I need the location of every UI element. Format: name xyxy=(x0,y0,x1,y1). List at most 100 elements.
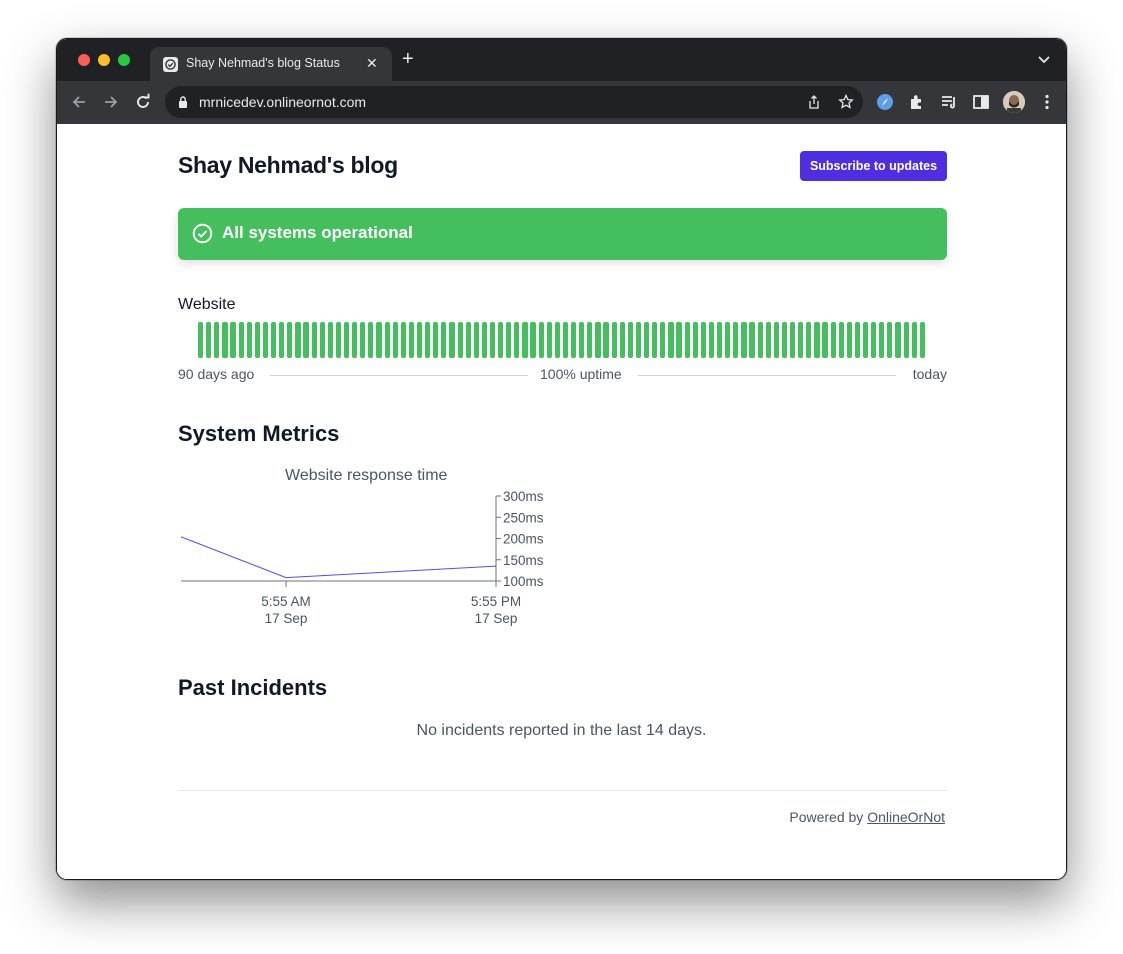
uptime-day-bar[interactable] xyxy=(465,322,471,358)
uptime-day-bar[interactable] xyxy=(627,322,633,358)
uptime-day-bar[interactable] xyxy=(254,322,260,358)
new-tab-icon[interactable]: + xyxy=(402,49,414,69)
uptime-day-bar[interactable] xyxy=(773,322,779,358)
uptime-day-bar[interactable] xyxy=(854,322,861,358)
uptime-day-bar[interactable] xyxy=(489,322,496,358)
uptime-day-bar[interactable] xyxy=(692,322,698,358)
uptime-day-bar[interactable] xyxy=(765,322,771,358)
uptime-day-bar[interactable] xyxy=(449,322,455,358)
uptime-day-bar[interactable] xyxy=(376,322,382,358)
uptime-day-bar[interactable] xyxy=(368,322,374,358)
uptime-day-bar[interactable] xyxy=(814,322,820,358)
bookmark-star-icon[interactable] xyxy=(838,93,854,110)
uptime-day-bar[interactable] xyxy=(335,322,342,358)
uptime-day-bar[interactable] xyxy=(538,322,544,358)
uptime-day-bar[interactable] xyxy=(903,322,909,358)
extension-compass-icon[interactable] xyxy=(875,92,895,112)
more-menu-icon[interactable] xyxy=(1037,92,1057,112)
uptime-day-bar[interactable] xyxy=(830,322,836,358)
back-arrow-icon[interactable] xyxy=(69,92,89,112)
uptime-day-bar[interactable] xyxy=(757,322,763,358)
chevron-down-icon[interactable] xyxy=(1036,51,1052,67)
uptime-day-bar[interactable] xyxy=(206,322,212,358)
uptime-day-bar[interactable] xyxy=(595,322,601,358)
maximize-window-button[interactable] xyxy=(118,54,130,66)
uptime-day-bar[interactable] xyxy=(603,322,609,358)
uptime-day-bar[interactable] xyxy=(846,322,852,358)
uptime-day-bar[interactable] xyxy=(725,322,731,358)
uptime-day-bar[interactable] xyxy=(749,322,755,358)
uptime-day-bar[interactable] xyxy=(733,322,739,358)
uptime-day-bar[interactable] xyxy=(862,322,869,358)
uptime-day-bar[interactable] xyxy=(571,322,577,358)
uptime-day-bar[interactable] xyxy=(530,322,536,358)
uptime-day-bar[interactable] xyxy=(717,322,723,358)
uptime-day-bar[interactable] xyxy=(579,322,585,358)
uptime-day-bar[interactable] xyxy=(319,322,325,358)
uptime-day-bar[interactable] xyxy=(408,322,415,358)
uptime-day-bar[interactable] xyxy=(222,322,228,358)
uptime-day-bar[interactable] xyxy=(806,322,812,358)
uptime-day-bar[interactable] xyxy=(238,322,244,358)
uptime-day-bar[interactable] xyxy=(554,322,560,358)
forward-arrow-icon[interactable] xyxy=(101,92,121,112)
uptime-day-bar[interactable] xyxy=(400,322,406,358)
uptime-day-bar[interactable] xyxy=(279,322,285,358)
uptime-day-bar[interactable] xyxy=(635,322,642,358)
browser-tab[interactable]: Shay Nehmad's blog Status ✕ xyxy=(150,47,392,81)
uptime-day-bar[interactable] xyxy=(611,322,617,358)
uptime-day-bar[interactable] xyxy=(270,322,277,358)
uptime-day-bar[interactable] xyxy=(668,322,674,358)
uptime-day-bar[interactable] xyxy=(911,322,917,358)
uptime-day-bar[interactable] xyxy=(311,322,317,358)
uptime-day-bar[interactable] xyxy=(327,322,333,358)
uptime-day-bar[interactable] xyxy=(481,322,488,358)
uptime-day-bar[interactable] xyxy=(433,322,439,358)
address-bar[interactable]: mrnicedev.onlineornot.com xyxy=(165,86,863,118)
uptime-day-bar[interactable] xyxy=(708,322,715,358)
uptime-day-bar[interactable] xyxy=(781,322,788,358)
uptime-day-bar[interactable] xyxy=(425,322,431,358)
side-panel-icon[interactable] xyxy=(971,92,991,112)
uptime-day-bar[interactable] xyxy=(822,322,828,358)
uptime-day-bar[interactable] xyxy=(919,322,925,358)
uptime-day-bar[interactable] xyxy=(246,322,252,358)
uptime-day-bar[interactable] xyxy=(352,322,358,358)
uptime-day-bar[interactable] xyxy=(295,322,301,358)
uptime-day-bar[interactable] xyxy=(198,322,204,358)
uptime-day-bar[interactable] xyxy=(644,322,650,358)
share-icon[interactable] xyxy=(806,94,822,110)
uptime-day-bar[interactable] xyxy=(343,322,350,358)
uptime-day-bar[interactable] xyxy=(457,322,463,358)
uptime-day-bar[interactable] xyxy=(416,322,423,358)
uptime-day-bar[interactable] xyxy=(652,322,658,358)
uptime-day-bar[interactable] xyxy=(676,322,682,358)
uptime-day-bar[interactable] xyxy=(562,322,569,358)
uptime-day-bar[interactable] xyxy=(798,322,804,358)
uptime-day-bar[interactable] xyxy=(303,322,309,358)
uptime-day-bar[interactable] xyxy=(473,322,479,358)
uptime-day-bar[interactable] xyxy=(660,322,666,358)
uptime-day-bar[interactable] xyxy=(384,322,390,358)
uptime-day-bar[interactable] xyxy=(619,322,625,358)
extensions-puzzle-icon[interactable] xyxy=(907,92,927,112)
uptime-day-bar[interactable] xyxy=(546,322,552,358)
tab-close-icon[interactable]: ✕ xyxy=(366,55,378,71)
uptime-day-bar[interactable] xyxy=(506,322,512,358)
uptime-day-bar[interactable] xyxy=(789,322,796,358)
reading-list-icon[interactable] xyxy=(939,92,959,112)
uptime-day-bar[interactable] xyxy=(587,322,593,358)
uptime-day-bar[interactable] xyxy=(522,322,528,358)
uptime-day-bar[interactable] xyxy=(214,322,220,358)
uptime-day-bar[interactable] xyxy=(887,322,893,358)
uptime-day-bar[interactable] xyxy=(262,322,269,358)
uptime-day-bar[interactable] xyxy=(879,322,885,358)
reload-icon[interactable] xyxy=(133,92,153,112)
onlineornot-link[interactable]: OnlineOrNot xyxy=(867,809,945,825)
subscribe-button[interactable]: Subscribe to updates xyxy=(800,151,947,181)
uptime-day-bar[interactable] xyxy=(498,322,504,358)
uptime-day-bar[interactable] xyxy=(360,322,366,358)
minimize-window-button[interactable] xyxy=(98,54,110,66)
profile-avatar[interactable] xyxy=(1003,91,1025,113)
uptime-day-bar[interactable] xyxy=(684,322,690,358)
